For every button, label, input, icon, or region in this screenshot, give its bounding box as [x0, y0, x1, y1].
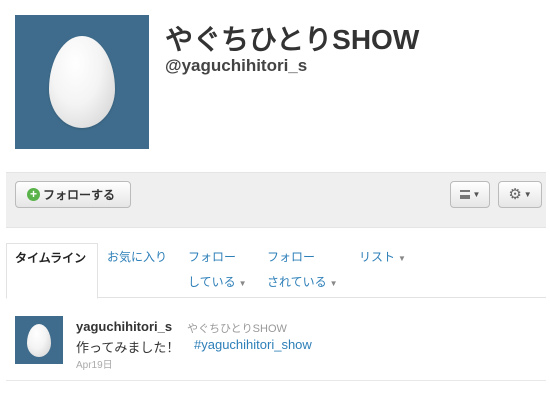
tab-favorites-label: お気に入り: [107, 250, 168, 264]
list-icon: [459, 190, 470, 199]
tab-followers-label-1: フォロー: [267, 250, 316, 264]
list-menu-button[interactable]: ▼: [450, 181, 490, 208]
tab-lists-label: リスト: [359, 250, 396, 264]
tweet-text: 作ってみました！: [76, 340, 180, 355]
tab-following-label-2: している: [188, 275, 236, 289]
follow-button[interactable]: + フォローする: [15, 181, 131, 208]
follow-button-label: フォローする: [43, 188, 116, 202]
plus-icon: +: [27, 188, 40, 201]
tab-timeline[interactable]: タイムライン: [6, 243, 98, 299]
caret-down-icon: ▼: [329, 279, 338, 288]
settings-menu-button[interactable]: ⚙ ▼: [498, 181, 542, 208]
profile-handle: @yaguchihitori_s: [165, 56, 308, 75]
profile-name: やぐちひとりSHOW: [165, 24, 420, 55]
tab-followers[interactable]: フォロー されている ▼: [267, 249, 338, 292]
caret-down-icon: ▼: [238, 279, 247, 288]
profile-avatar[interactable]: [15, 15, 149, 149]
tweet-username[interactable]: yaguchihitori_s: [76, 319, 172, 334]
egg-avatar-image: [27, 323, 51, 357]
tab-following[interactable]: フォロー している ▼: [188, 249, 247, 292]
caret-down-icon: ▼: [398, 254, 406, 263]
caret-down-icon: ▼: [472, 190, 481, 199]
caret-down-icon: ▼: [523, 190, 532, 199]
gear-icon: ⚙: [508, 186, 522, 203]
tweet-timestamp[interactable]: Apr19日: [76, 356, 113, 371]
tab-following-label-1: フォロー: [188, 250, 237, 264]
tweet-hashtag-link[interactable]: #yaguchihitori_show: [194, 337, 312, 352]
tweet-avatar[interactable]: [15, 316, 63, 364]
profile-action-bar: + フォローする ▼ ⚙ ▼: [6, 172, 546, 228]
tab-timeline-label: タイムライン: [15, 251, 87, 265]
egg-avatar-image: [49, 36, 115, 128]
tweet-item[interactable]: yaguchihitori_s やぐちひとりSHOW 作ってみました！ #yag…: [6, 303, 546, 381]
tweet-display-name: やぐちひとりSHOW: [187, 323, 287, 335]
tab-followers-label-2: されている: [267, 275, 327, 289]
tab-lists[interactable]: リスト ▼: [359, 249, 406, 267]
profile-tabs: タイムライン お気に入り フォロー している ▼ フォロー されている ▼ リスト ▼: [6, 243, 546, 299]
tab-favorites[interactable]: お気に入り: [107, 249, 167, 265]
